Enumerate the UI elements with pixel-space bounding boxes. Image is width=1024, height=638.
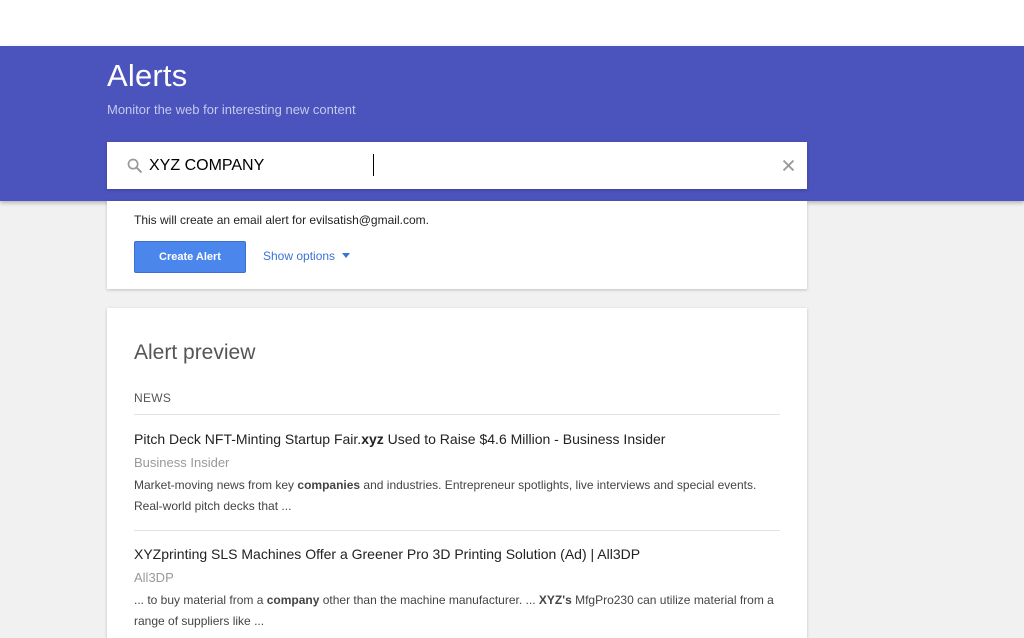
- top-bar: [0, 0, 1024, 46]
- divider: [134, 414, 780, 415]
- alert-preview-card: Alert preview NEWS Pitch Deck NFT-Mintin…: [107, 308, 807, 638]
- news-item-title[interactable]: Pitch Deck NFT-Minting Startup Fair.xyz …: [134, 431, 665, 447]
- show-options-label: Show options: [263, 249, 336, 263]
- section-label-news: NEWS: [134, 391, 172, 405]
- divider: [134, 530, 780, 531]
- news-item-source: All3DP: [134, 570, 174, 585]
- preview-title: Alert preview: [134, 341, 256, 364]
- chevron-down-icon: [342, 253, 351, 258]
- create-alert-button[interactable]: Create Alert: [134, 241, 246, 273]
- show-options-link[interactable]: Show options: [263, 249, 351, 263]
- email-alert-note: This will create an email alert for evil…: [134, 213, 429, 227]
- page-title: Alerts: [107, 58, 188, 93]
- search-box[interactable]: [107, 142, 807, 189]
- text-caret: [373, 154, 374, 176]
- close-icon[interactable]: [780, 157, 797, 174]
- search-input[interactable]: [149, 142, 769, 189]
- news-item-snippet: ... to buy material from a company other…: [134, 593, 774, 628]
- page-subtitle: Monitor the web for interesting new cont…: [107, 102, 356, 117]
- news-item-snippet: Market-moving news from key companies an…: [134, 478, 757, 513]
- news-item-source: Business Insider: [134, 455, 230, 470]
- news-item-title[interactable]: XYZprinting SLS Machines Offer a Greener…: [134, 546, 640, 562]
- search-icon: [127, 158, 142, 173]
